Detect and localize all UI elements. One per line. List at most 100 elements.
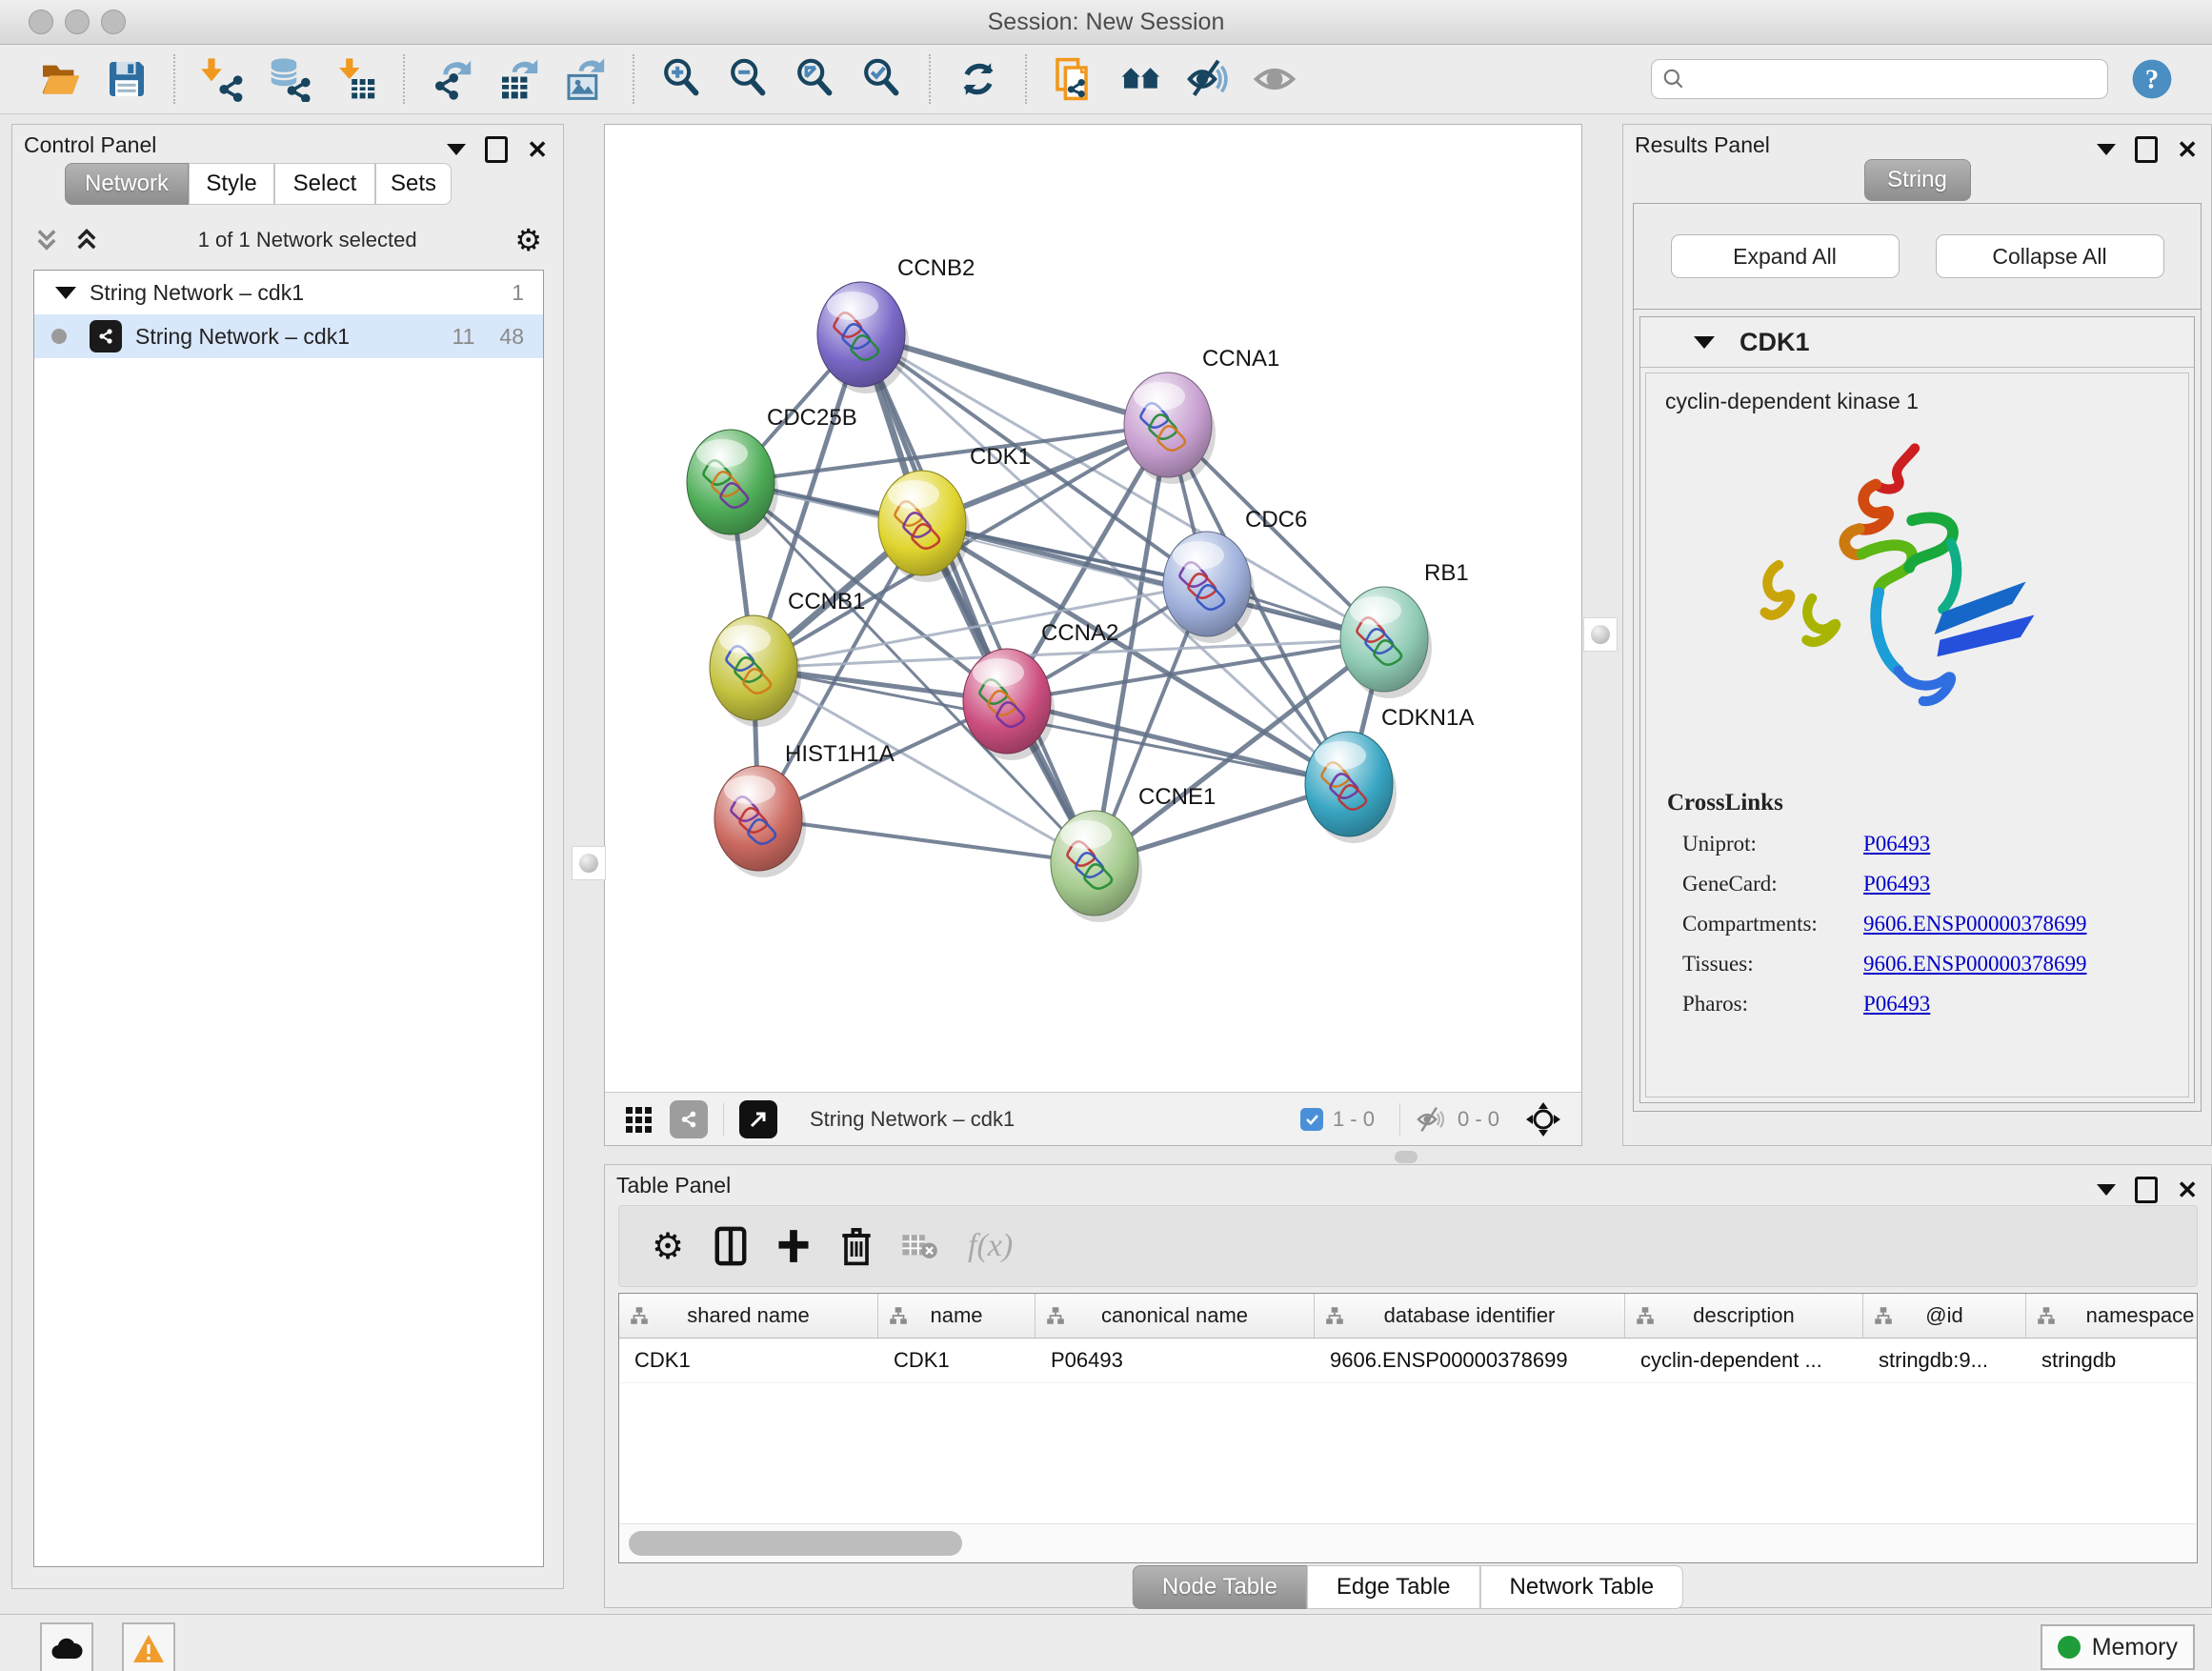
results-panel-float-icon[interactable] <box>2135 136 2158 163</box>
hide-unhide-icon[interactable] <box>1183 54 1233 104</box>
network-edge-CCNB2-CCNE1[interactable] <box>861 334 1095 863</box>
crosslink-link[interactable]: P06493 <box>1863 832 1930 856</box>
tab-style[interactable]: Style <box>189 163 274 205</box>
delete-column-icon[interactable] <box>835 1224 878 1268</box>
column-header-namespace[interactable]: namespace <box>2026 1294 2198 1338</box>
network-options-gear-icon[interactable]: ⚙ <box>514 222 542 258</box>
network-node-CDC6[interactable]: CDC6 <box>1163 507 1307 643</box>
network-collection-row[interactable]: String Network – cdk1 1 <box>34 271 543 314</box>
column-header-canonical-name[interactable]: canonical name <box>1036 1294 1315 1338</box>
results-panel-close-icon[interactable]: ✕ <box>2177 139 2198 160</box>
scrollbar-thumb[interactable] <box>629 1531 962 1556</box>
table-cell[interactable]: P06493 <box>1036 1339 1315 1382</box>
table-options-gear-icon[interactable]: ⚙ <box>646 1224 690 1268</box>
column-header--id[interactable]: @id <box>1863 1294 2026 1338</box>
warnings-button[interactable] <box>122 1622 175 1671</box>
table-cell[interactable]: 9606.ENSP00000378699 <box>1315 1339 1625 1382</box>
column-header-shared-name[interactable]: shared name <box>619 1294 878 1338</box>
table-cell[interactable]: CDK1 <box>619 1339 878 1382</box>
network-graph[interactable]: CCNB2CCNA1CDC25BCDK1CDC6RB1CCNB1CCNA2CDK… <box>605 125 1581 1092</box>
collapse-all-button[interactable]: Collapse All <box>1936 234 2164 278</box>
table-cell[interactable]: cyclin-dependent ... <box>1625 1339 1863 1382</box>
open-in-browser-icon[interactable] <box>739 1100 777 1138</box>
search-input[interactable] <box>1686 66 2098 92</box>
control-panel-menu-icon[interactable] <box>447 144 466 155</box>
clone-network-icon[interactable] <box>1050 54 1099 104</box>
svg-text:?: ? <box>2145 65 2159 95</box>
cloud-status-button[interactable] <box>40 1622 93 1671</box>
control-panel-close-icon[interactable]: ✕ <box>527 139 548 160</box>
homes-icon[interactable] <box>1116 54 1166 104</box>
tab-node-table[interactable]: Node Table <box>1133 1565 1307 1609</box>
grid-view-icon[interactable] <box>624 1105 653 1134</box>
network-node-HIST1H1A[interactable]: HIST1H1A <box>714 741 895 877</box>
right-splitter-handle[interactable] <box>1583 617 1618 652</box>
collapse-all-icon[interactable] <box>33 226 60 254</box>
save-session-icon[interactable] <box>102 54 151 104</box>
network-node-CCNE1[interactable]: CCNE1 <box>1051 784 1216 922</box>
import-table-icon[interactable] <box>332 54 381 104</box>
open-session-icon[interactable] <box>35 54 85 104</box>
network-view[interactable]: CCNB2CCNA1CDC25BCDK1CDC6RB1CCNB1CCNA2CDK… <box>604 124 1582 1146</box>
tab-network[interactable]: Network <box>65 163 189 205</box>
collection-expand-icon[interactable] <box>55 287 76 299</box>
zoom-fit-icon[interactable] <box>791 54 840 104</box>
column-header-name[interactable]: name <box>878 1294 1036 1338</box>
fit-selected-crosshair-icon[interactable] <box>1524 1100 1562 1138</box>
tab-select[interactable]: Select <box>274 163 375 205</box>
expand-all-button[interactable]: Expand All <box>1671 234 1900 278</box>
network-row[interactable]: String Network – cdk1 11 48 <box>34 314 543 358</box>
help-icon[interactable]: ? <box>2127 54 2177 104</box>
gene-collapse-icon[interactable] <box>1694 336 1715 349</box>
bottom-splitter-handle[interactable] <box>1395 1151 1418 1163</box>
zoom-in-icon[interactable] <box>657 54 707 104</box>
tab-sets[interactable]: Sets <box>375 163 452 205</box>
node-table[interactable]: shared namenamecanonical namedatabase id… <box>618 1293 2198 1563</box>
crosslink-link[interactable]: P06493 <box>1863 872 1930 896</box>
table-panel-menu-icon[interactable] <box>2097 1184 2116 1196</box>
table-cell[interactable]: CDK1 <box>878 1339 1036 1382</box>
tab-edge-table[interactable]: Edge Table <box>1307 1565 1480 1609</box>
left-splitter-handle[interactable] <box>572 846 606 880</box>
crosslink-link[interactable]: P06493 <box>1863 992 1930 1017</box>
expand-all-icon[interactable] <box>73 226 100 254</box>
show-columns-icon[interactable] <box>709 1224 753 1268</box>
results-panel-menu-icon[interactable] <box>2097 144 2116 155</box>
table-cell[interactable]: stringdb:9... <box>1863 1339 2026 1382</box>
selected-checkbox-icon[interactable] <box>1300 1108 1323 1131</box>
network-edge-HIST1H1A-CCNE1[interactable] <box>758 818 1095 863</box>
network-node-CCNA1[interactable]: CCNA1 <box>1124 346 1279 484</box>
network-node-CCNB2[interactable]: CCNB2 <box>817 255 975 393</box>
network-node-CDKN1A[interactable]: CDKN1A <box>1305 705 1474 843</box>
zoom-selected-icon[interactable] <box>857 54 907 104</box>
crosslink-link[interactable]: 9606.ENSP00000378699 <box>1863 912 2087 936</box>
import-network-icon[interactable] <box>198 54 248 104</box>
table-panel-close-icon[interactable]: ✕ <box>2177 1179 2198 1200</box>
export-network-icon[interactable] <box>428 54 477 104</box>
refresh-icon[interactable] <box>954 54 1003 104</box>
network-node-CCNA2[interactable]: CCNA2 <box>963 620 1118 760</box>
gene-header[interactable]: CDK1 <box>1640 317 2194 368</box>
table-cell[interactable]: stringdb <box>2026 1339 2198 1382</box>
import-network-from-database-icon[interactable] <box>265 54 314 104</box>
add-column-icon[interactable] <box>772 1224 815 1268</box>
export-table-icon[interactable] <box>494 54 544 104</box>
memory-button[interactable]: Memory <box>2041 1624 2195 1670</box>
control-panel-float-icon[interactable] <box>485 136 508 163</box>
export-image-icon[interactable] <box>561 54 611 104</box>
node-label-CDKN1A: CDKN1A <box>1381 705 1474 731</box>
column-header-description[interactable]: description <box>1625 1294 1863 1338</box>
network-node-RB1[interactable]: RB1 <box>1340 560 1469 698</box>
network-node-CCNB1[interactable]: CCNB1 <box>710 589 865 727</box>
table-row[interactable]: CDK1CDK1P064939606.ENSP00000378699cyclin… <box>619 1339 2197 1383</box>
table-horizontal-scrollbar[interactable] <box>619 1523 2197 1562</box>
table-panel-float-icon[interactable] <box>2135 1177 2158 1203</box>
search-bar[interactable] <box>1651 59 2108 99</box>
tab-network-table[interactable]: Network Table <box>1480 1565 1684 1609</box>
tab-string[interactable]: String <box>1864 159 1971 201</box>
column-header-database-identifier[interactable]: database identifier <box>1315 1294 1625 1338</box>
network-node-CDC25B[interactable]: CDC25B <box>687 405 857 541</box>
network-edge-CDK1-RB1[interactable] <box>922 523 1384 639</box>
zoom-out-icon[interactable] <box>724 54 774 104</box>
crosslink-link[interactable]: 9606.ENSP00000378699 <box>1863 952 2087 976</box>
